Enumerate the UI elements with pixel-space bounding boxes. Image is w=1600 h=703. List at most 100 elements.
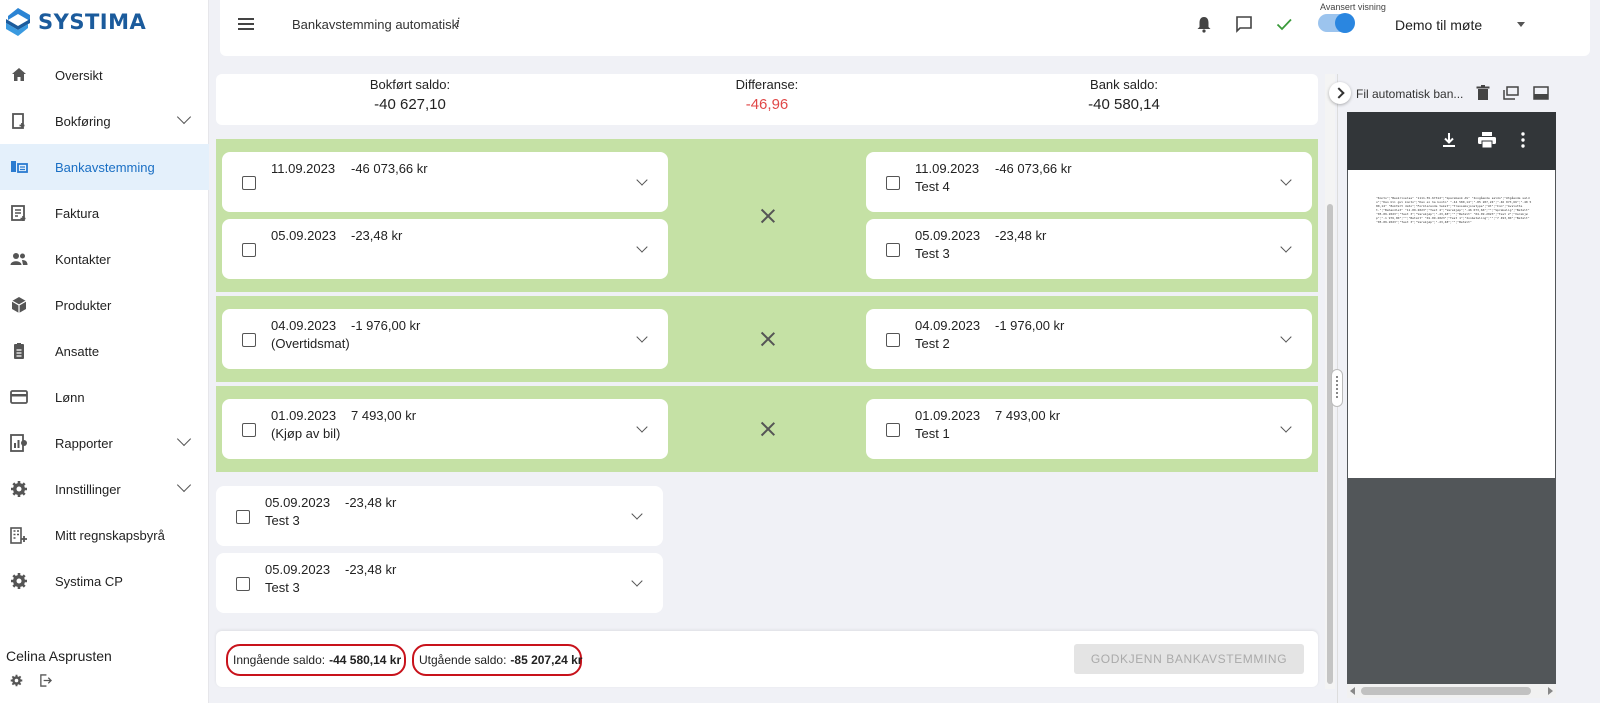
scrollbar-thumb[interactable]: [1327, 204, 1333, 684]
organization-select[interactable]: Demo til møte: [1395, 17, 1482, 33]
chevron-down-icon[interactable]: [636, 421, 648, 433]
difference-label: Differanse:: [735, 77, 799, 92]
sidebar-item-produkter[interactable]: Produkter: [0, 282, 209, 328]
logo[interactable]: SYSTIMA: [0, 0, 208, 44]
select-checkbox[interactable]: [886, 243, 900, 257]
viewer-horizontal-scrollbar[interactable]: [1347, 684, 1556, 698]
chevron-down-icon[interactable]: [1280, 241, 1292, 253]
chevron-down-icon[interactable]: [176, 109, 192, 125]
approve-reconciliation-button[interactable]: GODKJENN BANKAVSTEMMING: [1074, 644, 1304, 674]
scroll-right-arrow-icon[interactable]: [1548, 687, 1553, 695]
top-bar: Bankavstemming automatisk i Avansert vis…: [220, 0, 1590, 56]
file-preview-text: "Konto";"Beskrivelse" "1111.55.67312";"S…: [1376, 196, 1532, 224]
trash-icon[interactable]: [1474, 84, 1492, 102]
sidebar-item-ansatte[interactable]: Ansatte: [0, 328, 209, 374]
bank-transaction-card[interactable]: 05.09.2023 -23,48 kr Test 3: [866, 219, 1312, 279]
unmatched-transaction-card[interactable]: 05.09.2023 -23,48 kr Test 3: [216, 486, 663, 546]
home-icon: [10, 66, 28, 84]
payroll-icon: [10, 388, 28, 406]
match-group: 04.09.2023 -1 976,00 kr (Overtidsmat) 04…: [216, 296, 1318, 382]
sidebar-item-bankavstemming[interactable]: Bankavstemming: [0, 144, 209, 190]
sidebar-item-faktura[interactable]: Faktura: [0, 190, 209, 236]
sidebar-item-rapporter[interactable]: Rapporter: [0, 420, 209, 466]
select-checkbox[interactable]: [236, 577, 250, 591]
sidebar-item-oversikt[interactable]: Oversikt: [0, 52, 209, 98]
chevron-down-icon[interactable]: [636, 331, 648, 343]
sidebar-item-label: Lønn: [55, 389, 85, 405]
info-icon[interactable]: i: [456, 16, 460, 31]
sidebar-item-label: Mitt regnskapsbyrå: [55, 527, 165, 543]
print-icon[interactable]: [1478, 132, 1496, 148]
chevron-down-icon[interactable]: [1280, 174, 1292, 186]
transaction-card[interactable]: 04.09.2023 -1 976,00 kr (Overtidsmat): [222, 309, 668, 369]
sidebar-item-mitt-regnskapsbyra[interactable]: Mitt regnskapsbyrå: [0, 512, 209, 558]
balance-summary: Bokført saldo: -40 627,10 Differanse: -4…: [216, 74, 1318, 125]
bank-transaction-card[interactable]: 01.09.2023 7 493,00 kr Test 1: [866, 399, 1312, 459]
sidebar: SYSTIMA Oversikt Bokføring Bankavstemmin…: [0, 0, 209, 703]
brand-name: SYSTIMA: [38, 10, 147, 34]
scrollbar-thumb[interactable]: [1361, 687, 1531, 695]
menu-icon[interactable]: [238, 18, 254, 30]
select-checkbox[interactable]: [236, 510, 250, 524]
download-icon[interactable]: [1442, 132, 1456, 148]
transaction-amount: -23,48 kr: [351, 228, 403, 243]
dock-bottom-icon[interactable]: [1532, 84, 1550, 102]
transaction-description: (Overtidsmat): [271, 336, 350, 351]
bank-transaction-card[interactable]: 04.09.2023 -1 976,00 kr Test 2: [866, 309, 1312, 369]
chevron-down-icon[interactable]: [636, 241, 648, 253]
opening-balance: Inngående saldo: -44 580,14 kr: [226, 644, 406, 676]
chevron-down-icon[interactable]: [631, 508, 643, 520]
select-checkbox[interactable]: [886, 176, 900, 190]
sidebar-item-label: Bankavstemming: [55, 159, 155, 175]
chevron-down-icon[interactable]: [176, 431, 192, 447]
checkmark-icon[interactable]: [1274, 14, 1294, 34]
transaction-card[interactable]: 05.09.2023 -23,48 kr: [222, 219, 668, 279]
chevron-down-icon[interactable]: [1280, 421, 1292, 433]
unmatch-icon[interactable]: [761, 209, 775, 223]
bell-icon[interactable]: [1194, 14, 1214, 34]
chat-icon[interactable]: [1234, 14, 1254, 34]
sidebar-item-lonn[interactable]: Lønn: [0, 374, 209, 420]
select-checkbox[interactable]: [242, 243, 256, 257]
sidebar-item-bokforing[interactable]: Bokføring: [0, 98, 209, 144]
user-actions: [10, 674, 52, 687]
select-checkbox[interactable]: [242, 333, 256, 347]
user-settings-icon[interactable]: [10, 674, 23, 687]
transaction-card[interactable]: 01.09.2023 7 493,00 kr (Kjøp av bil): [222, 399, 668, 459]
collapse-panel-button[interactable]: [1329, 82, 1351, 104]
sidebar-item-kontakter[interactable]: Kontakter: [0, 236, 209, 282]
booked-balance-value: -40 627,10: [374, 96, 446, 113]
transaction-amount: -1 976,00 kr: [995, 318, 1065, 333]
transaction-description: Test 3: [265, 580, 300, 595]
chevron-down-icon[interactable]: [176, 477, 192, 493]
more-options-icon[interactable]: [1521, 132, 1525, 148]
select-checkbox[interactable]: [886, 333, 900, 347]
open-window-icon[interactable]: [1502, 84, 1520, 102]
logout-icon[interactable]: [39, 674, 52, 687]
unmatch-icon[interactable]: [761, 332, 775, 346]
sidebar-item-innstillinger[interactable]: Innstillinger: [0, 466, 209, 512]
transaction-description: Test 3: [265, 513, 300, 528]
select-checkbox[interactable]: [886, 423, 900, 437]
scroll-left-arrow-icon[interactable]: [1350, 687, 1355, 695]
sidebar-item-systima-cp[interactable]: Systima CP: [0, 558, 209, 604]
accounting-firm-icon: [10, 526, 28, 544]
opening-balance-value: -44 580,14 kr: [329, 653, 402, 667]
transaction-amount: -23,48 kr: [345, 495, 397, 510]
transaction-amount: -46 073,66 kr: [351, 161, 428, 176]
unmatched-transaction-card[interactable]: 05.09.2023 -23,48 kr Test 3: [216, 553, 663, 613]
bank-transaction-card[interactable]: 11.09.2023 -46 073,66 kr Test 4: [866, 152, 1312, 212]
unmatch-icon[interactable]: [761, 422, 775, 436]
transaction-amount: -23,48 kr: [995, 228, 1047, 243]
caret-down-icon[interactable]: [1517, 22, 1525, 27]
transaction-date: 05.09.2023: [271, 228, 337, 243]
resize-handle[interactable]: [1331, 369, 1343, 407]
advanced-view-toggle[interactable]: [1318, 13, 1355, 33]
chevron-down-icon[interactable]: [631, 575, 643, 587]
select-checkbox[interactable]: [242, 423, 256, 437]
chevron-down-icon[interactable]: [1280, 331, 1292, 343]
bank-balance-value: -40 580,14: [1088, 96, 1160, 113]
select-checkbox[interactable]: [242, 176, 256, 190]
chevron-down-icon[interactable]: [636, 174, 648, 186]
transaction-card[interactable]: 11.09.2023 -46 073,66 kr: [222, 152, 668, 212]
